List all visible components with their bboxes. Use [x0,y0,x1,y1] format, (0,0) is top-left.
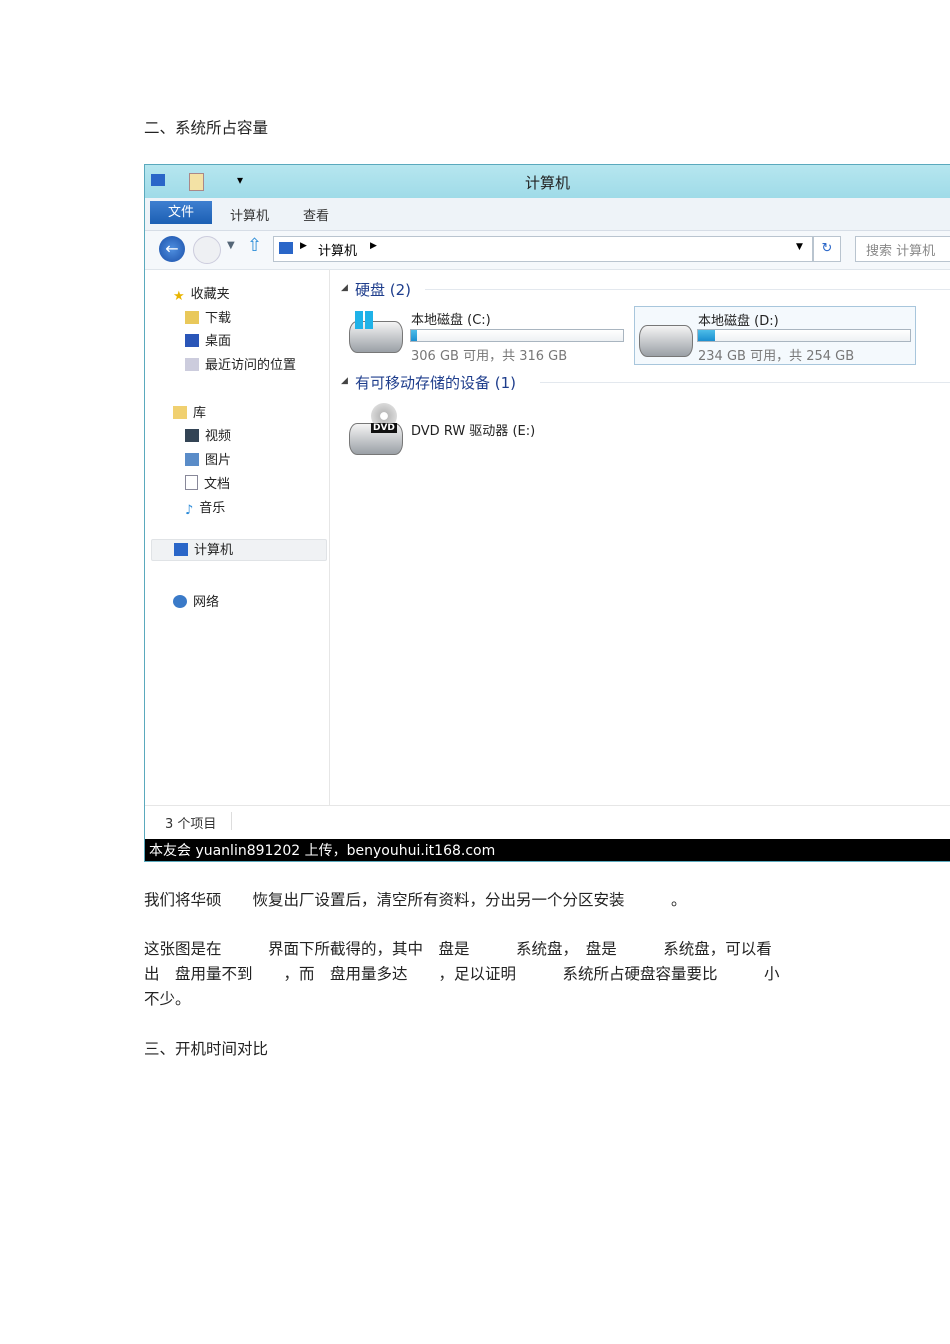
tab-file[interactable]: 文件 [150,201,212,224]
drive-c-capacity: 306 GB 可用，共 316 GB [411,349,568,364]
explorer-screenshot: ▾ 计算机 文件 计算机 查看 ← ▼ ⇧ ▶ 计算机 ▶ ▼ ↻ 搜索 计算机… [144,164,950,862]
divider [425,289,950,290]
section-heading: 三、开机时间对比 [144,1040,269,1058]
sidebar-item-videos[interactable]: 视频 [185,425,231,444]
title-bar: ▾ 计算机 [145,165,950,198]
breadcrumb-computer[interactable]: 计算机 [318,240,357,259]
windows-logo-icon [355,311,373,329]
drive-c-usage-fill [411,330,418,341]
group-header-hdd[interactable]: 硬盘 (2) [355,279,411,300]
group-header-removable[interactable]: 有可移动存储的设备 (1) [355,372,516,393]
sidebar-item-libraries[interactable]: 库 [173,402,206,421]
sidebar-item-recent[interactable]: 最近访问的位置 [185,354,296,373]
back-button[interactable]: ← [159,236,185,262]
music-icon: ♪ [185,503,194,518]
divider [231,812,232,830]
document-page: 二、系统所占容量 ▾ 计算机 文件 计算机 查看 ← ▼ ⇧ ▶ 计算机 ▶ ▼… [0,0,950,1344]
documents-icon [185,475,198,490]
downloads-icon [185,311,199,324]
address-bar[interactable]: ▶ 计算机 ▶ ▼ [273,236,813,262]
status-bar: 3 个项目 [145,805,950,839]
watermark-caption: 本友会 yuanlin891202 上传，benyouhui.it168.com [145,839,950,861]
chevron-right-icon[interactable]: ▶ [300,241,307,251]
item-count: 3 个项目 [165,817,217,832]
sidebar-item-pictures[interactable]: 图片 [185,449,231,468]
sidebar-item-computer[interactable]: 计算机 [151,539,327,561]
dvd-badge: DVD [371,423,397,433]
drive-c-usage-bar [410,329,624,342]
address-dropdown-icon[interactable]: ▼ [796,242,803,252]
up-arrow-icon[interactable]: ⇧ [247,235,262,256]
drive-d-name[interactable]: 本地磁盘 (D:) [698,310,779,329]
sidebar-item-downloads[interactable]: 下载 [185,307,231,326]
tab-computer[interactable]: 计算机 [230,205,269,224]
paragraph-1: 我们将华硕 恢复出厂设置后，清空所有资料，分出另一个分区安装 。 [144,891,687,909]
paragraph-2-line-1: 这张图是在 界面下所截得的，其中 盘是 系统盘， 盘是 系统盘，可以看 [144,940,772,958]
sidebar-item-music[interactable]: ♪ 音乐 [185,497,225,518]
drive-d[interactable]: 本地磁盘 (D:) 234 GB 可用，共 254 GB [634,306,916,365]
computer-icon [174,543,188,556]
chevron-right-icon[interactable]: ▶ [370,241,377,251]
drive-c-name[interactable]: 本地磁盘 (C:) [411,309,491,328]
computer-icon [279,242,293,254]
collapse-icon[interactable]: ◢ [341,376,348,386]
video-icon [185,429,199,442]
recent-places-icon [185,358,199,371]
navigation-bar: ← ▼ ⇧ ▶ 计算机 ▶ ▼ ↻ 搜索 计算机 [145,231,950,270]
paragraph-2-line-3: 不少。 [144,990,191,1008]
paragraph-2-line-2: 出 盘用量不到 ，而 盘用量多达 ，足以证明 系统所占硬盘容量要比 小 [144,965,780,983]
dvd-drive-name[interactable]: DVD RW 驱动器 (E:) [411,420,535,439]
window-title: 计算机 [524,174,570,192]
drive-d-capacity: 234 GB 可用，共 254 GB [698,349,855,364]
sidebar-item-favorites[interactable]: ★ 收藏夹 [173,283,230,304]
network-icon [173,595,187,608]
sidebar-item-desktop[interactable]: 桌面 [185,330,231,349]
sidebar-item-documents[interactable]: 文档 [185,473,230,492]
section-heading: 二、系统所占容量 [144,119,269,137]
sidebar-item-network[interactable]: 网络 [173,591,219,610]
collapse-icon[interactable]: ◢ [341,283,348,293]
drive-d-usage-bar [697,329,911,342]
hard-drive-icon [639,325,693,357]
refresh-button[interactable]: ↻ [813,236,841,262]
divider [540,382,950,383]
pictures-icon [185,453,199,466]
ribbon-tabs: 文件 计算机 查看 [145,198,950,231]
recent-locations-icon[interactable]: ▼ [227,240,235,251]
desktop-icon [185,334,199,347]
search-input[interactable]: 搜索 计算机 [855,236,950,262]
tab-view[interactable]: 查看 [303,205,329,224]
forward-button[interactable] [193,236,221,264]
star-icon: ★ [173,289,185,304]
library-icon [173,406,187,419]
navigation-pane: ★ 收藏夹 下载 桌面 最近访问的位置 库 视频 图片 文档 ♪ 音乐 计算机 网络 [145,269,330,805]
drive-d-usage-fill [698,330,715,341]
